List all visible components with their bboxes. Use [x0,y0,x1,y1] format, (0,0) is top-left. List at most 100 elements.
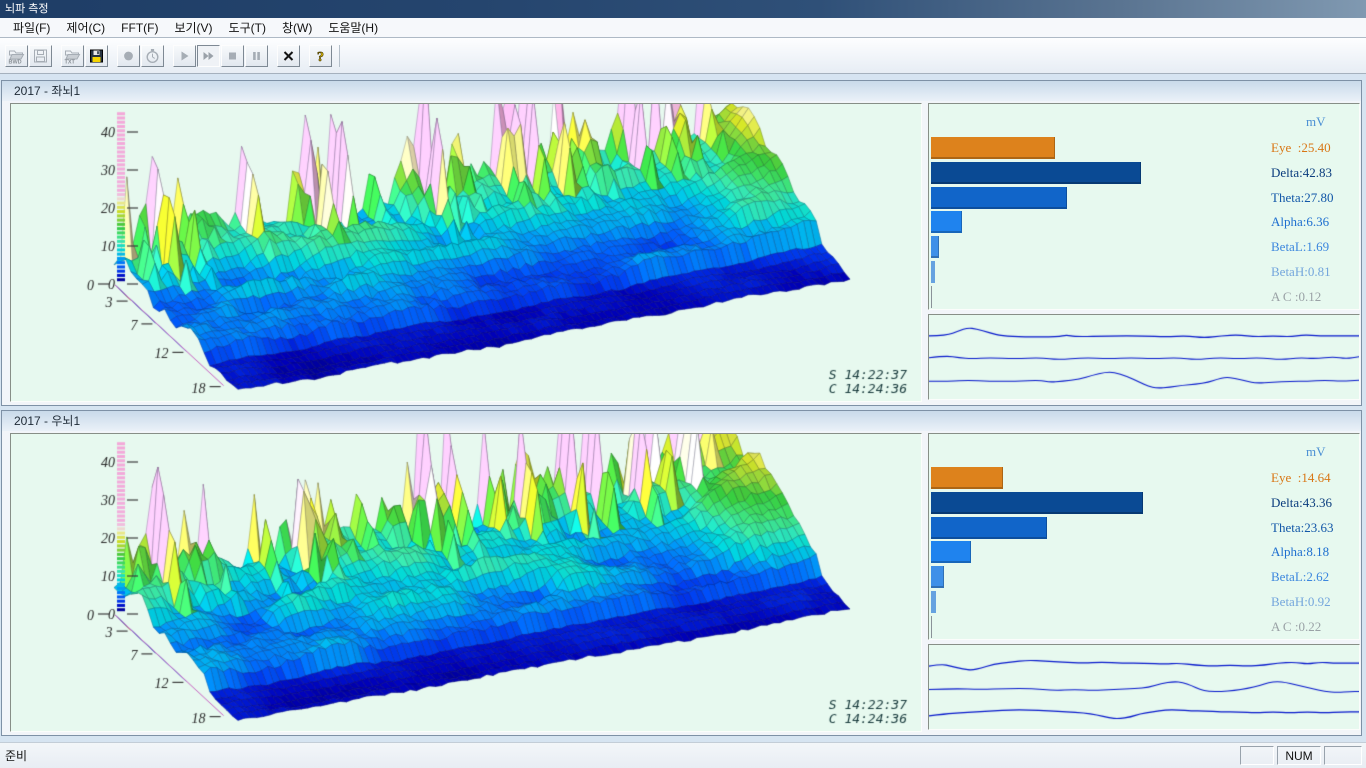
unit-label: mV [1306,114,1326,130]
unit-label: mV [1306,444,1326,460]
stop-icon [224,48,241,64]
toolbar-group-gap [301,55,309,56]
band-bar-betal [931,566,944,588]
band-bar-chart: mV Eye :14.64 Delta:43.36 Theta:23.63 Alpha:… [928,433,1360,640]
toolbar-group-gap [109,55,117,56]
band-trend-box [928,644,1360,730]
title-bar: 뇌파 측정 [0,0,1366,18]
band-trend-plot [929,645,1359,729]
band-bar-betah [931,591,936,613]
band-bar-theta [931,517,1047,539]
menu-item-window[interactable]: 창(W) [274,18,320,37]
save-button[interactable] [85,45,108,67]
status-cell-num: NUM [1277,746,1321,765]
stop-button[interactable] [221,45,244,67]
toolbar: BWD TXT? [0,38,1366,74]
band-bar-ac [931,286,932,308]
band-bar-eye [931,467,1003,489]
band-value-ac: A C :0.12 [1271,289,1321,305]
band-value-theta: Theta:27.80 [1271,190,1333,206]
toolbar-group-gap [53,55,61,56]
band-value-theta: Theta:23.63 [1271,520,1333,536]
status-message: 준비 [5,747,27,764]
menu-bar: 파일(F)제어(C)FFT(F)보기(V)도구(T)창(W)도움말(H) [0,18,1366,38]
panel-title-text: 2017 - 우뇌1 [14,414,80,428]
spectrum-3d-box [10,103,922,402]
floppy-icon [88,48,105,64]
pause-icon [248,48,265,64]
band-bar-alpha [931,211,962,233]
band-bar-alpha [931,541,971,563]
band-bar-delta [931,492,1143,514]
help-icon: ? [312,48,329,64]
record-icon [120,48,137,64]
band-bar-delta [931,162,1141,184]
band-trend-plot [929,315,1359,399]
spectrum-3d-plot [11,104,921,401]
band-value-alpha: Alpha:6.36 [1271,214,1329,230]
folder-open-icon: BWD [8,48,25,64]
help-button[interactable]: ? [309,45,332,67]
stopwatch-icon [144,48,161,64]
status-indicator-cells: NUM [1240,746,1362,765]
band-bar-betah [931,261,935,283]
panel-right-brain: 2017 - 우뇌1 mV Eye :14.64 Delta:43.36 Theta:2… [1,410,1362,736]
menu-item-fft[interactable]: FFT(F) [113,20,166,36]
band-trend-box [928,314,1360,400]
menu-item-help[interactable]: 도움말(H) [320,18,386,37]
status-bar: 준비 NUM [0,742,1366,768]
play-icon [176,48,193,64]
save-bwd-button[interactable] [29,45,52,67]
record-button[interactable] [117,45,140,67]
panel-title-left-brain: 2017 - 좌뇌1 [2,81,1361,101]
client-area: 2017 - 좌뇌1 mV Eye :25.40 Delta:42.83 Theta:2… [0,74,1366,742]
app-window: 뇌파 측정 파일(F)제어(C)FFT(F)보기(V)도구(T)창(W)도움말(… [0,0,1366,768]
open-txt-button[interactable]: TXT [61,45,84,67]
spectrum-3d-plot [11,434,921,731]
pause-button[interactable] [245,45,268,67]
status-cell-scrl [1324,746,1362,765]
close-button[interactable] [277,45,300,67]
close-x-icon [280,48,297,64]
panel-title-text: 2017 - 좌뇌1 [14,84,80,98]
fast-forward-button[interactable] [197,45,220,67]
timer-button[interactable] [141,45,164,67]
panel-left-brain: 2017 - 좌뇌1 mV Eye :25.40 Delta:42.83 Theta:2… [1,80,1362,406]
fast-forward-icon [200,48,217,64]
band-value-betal: BetaL:1.69 [1271,239,1329,255]
menu-item-file[interactable]: 파일(F) [5,18,58,37]
toolbar-group-gap [165,55,173,56]
band-value-betah: BetaH:0.81 [1271,264,1331,280]
folder-open-icon: TXT [64,48,81,64]
band-value-eye: Eye :25.40 [1271,140,1331,156]
band-bar-eye [931,137,1055,159]
toolbar-group-gap [269,55,277,56]
band-value-alpha: Alpha:8.18 [1271,544,1329,560]
band-bar-chart: mV Eye :25.40 Delta:42.83 Theta:27.80 Alpha:… [928,103,1360,310]
toolbar-separator [339,45,340,67]
band-value-eye: Eye :14.64 [1271,470,1331,486]
svg-text:BWD: BWD [9,59,22,64]
band-bar-betal [931,236,939,258]
band-value-delta: Delta:43.36 [1271,495,1332,511]
menu-item-tools[interactable]: 도구(T) [221,18,274,37]
svg-text:TXT: TXT [65,59,76,64]
play-button[interactable] [173,45,196,67]
floppy-icon [32,48,49,64]
window-title: 뇌파 측정 [5,3,49,15]
band-bar-theta [931,187,1067,209]
spectrum-3d-box [10,433,922,732]
panel-body: mV Eye :14.64 Delta:43.36 Theta:23.63 Alpha:… [2,431,1361,733]
svg-text:?: ? [317,50,324,64]
band-value-ac: A C :0.22 [1271,619,1321,635]
menu-item-view[interactable]: 보기(V) [166,18,220,37]
band-value-delta: Delta:42.83 [1271,165,1332,181]
band-value-betal: BetaL:2.62 [1271,569,1329,585]
status-cell-cap [1240,746,1274,765]
menu-item-control[interactable]: 제어(C) [58,18,113,37]
band-bar-ac [931,616,932,638]
panel-body: mV Eye :25.40 Delta:42.83 Theta:27.80 Alpha:… [2,101,1361,403]
panel-title-right-brain: 2017 - 우뇌1 [2,411,1361,431]
open-bwd-button[interactable]: BWD [5,45,28,67]
band-value-betah: BetaH:0.92 [1271,594,1331,610]
